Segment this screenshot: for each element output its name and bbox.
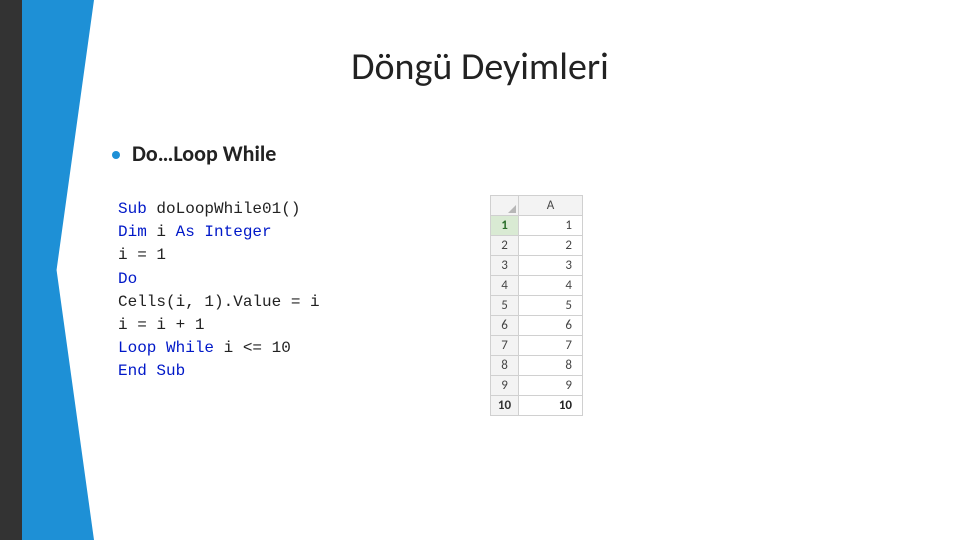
bullet-item: Do…Loop While xyxy=(112,140,276,167)
row-header: 10 xyxy=(491,396,519,416)
cell: 9 xyxy=(519,376,583,396)
cell: 10 xyxy=(519,396,583,416)
cell: 1 xyxy=(519,216,583,236)
row-header: 4 xyxy=(491,276,519,296)
row-header: 5 xyxy=(491,296,519,316)
row-header: 7 xyxy=(491,336,519,356)
cell: 2 xyxy=(519,236,583,256)
cell: 8 xyxy=(519,356,583,376)
bullet-dot-icon xyxy=(112,151,120,159)
row-header: 2 xyxy=(491,236,519,256)
bullet-text: Do…Loop While xyxy=(132,140,276,167)
col-header-A: A xyxy=(519,196,583,216)
cell: 6 xyxy=(519,316,583,336)
cell: 4 xyxy=(519,276,583,296)
slide-title: Döngü Deyimleri xyxy=(0,44,960,90)
row-header: 3 xyxy=(491,256,519,276)
cell: 7 xyxy=(519,336,583,356)
sheet-corner xyxy=(491,196,519,216)
row-header: 1 xyxy=(491,216,519,236)
vba-code-block: Sub doLoopWhile01() Dim i As Integer i =… xyxy=(118,198,418,384)
excel-output-table: A 11 22 33 44 55 66 77 88 99 1010 xyxy=(490,195,583,416)
row-header: 6 xyxy=(491,316,519,336)
cell: 5 xyxy=(519,296,583,316)
cell: 3 xyxy=(519,256,583,276)
row-header: 8 xyxy=(491,356,519,376)
row-header: 9 xyxy=(491,376,519,396)
